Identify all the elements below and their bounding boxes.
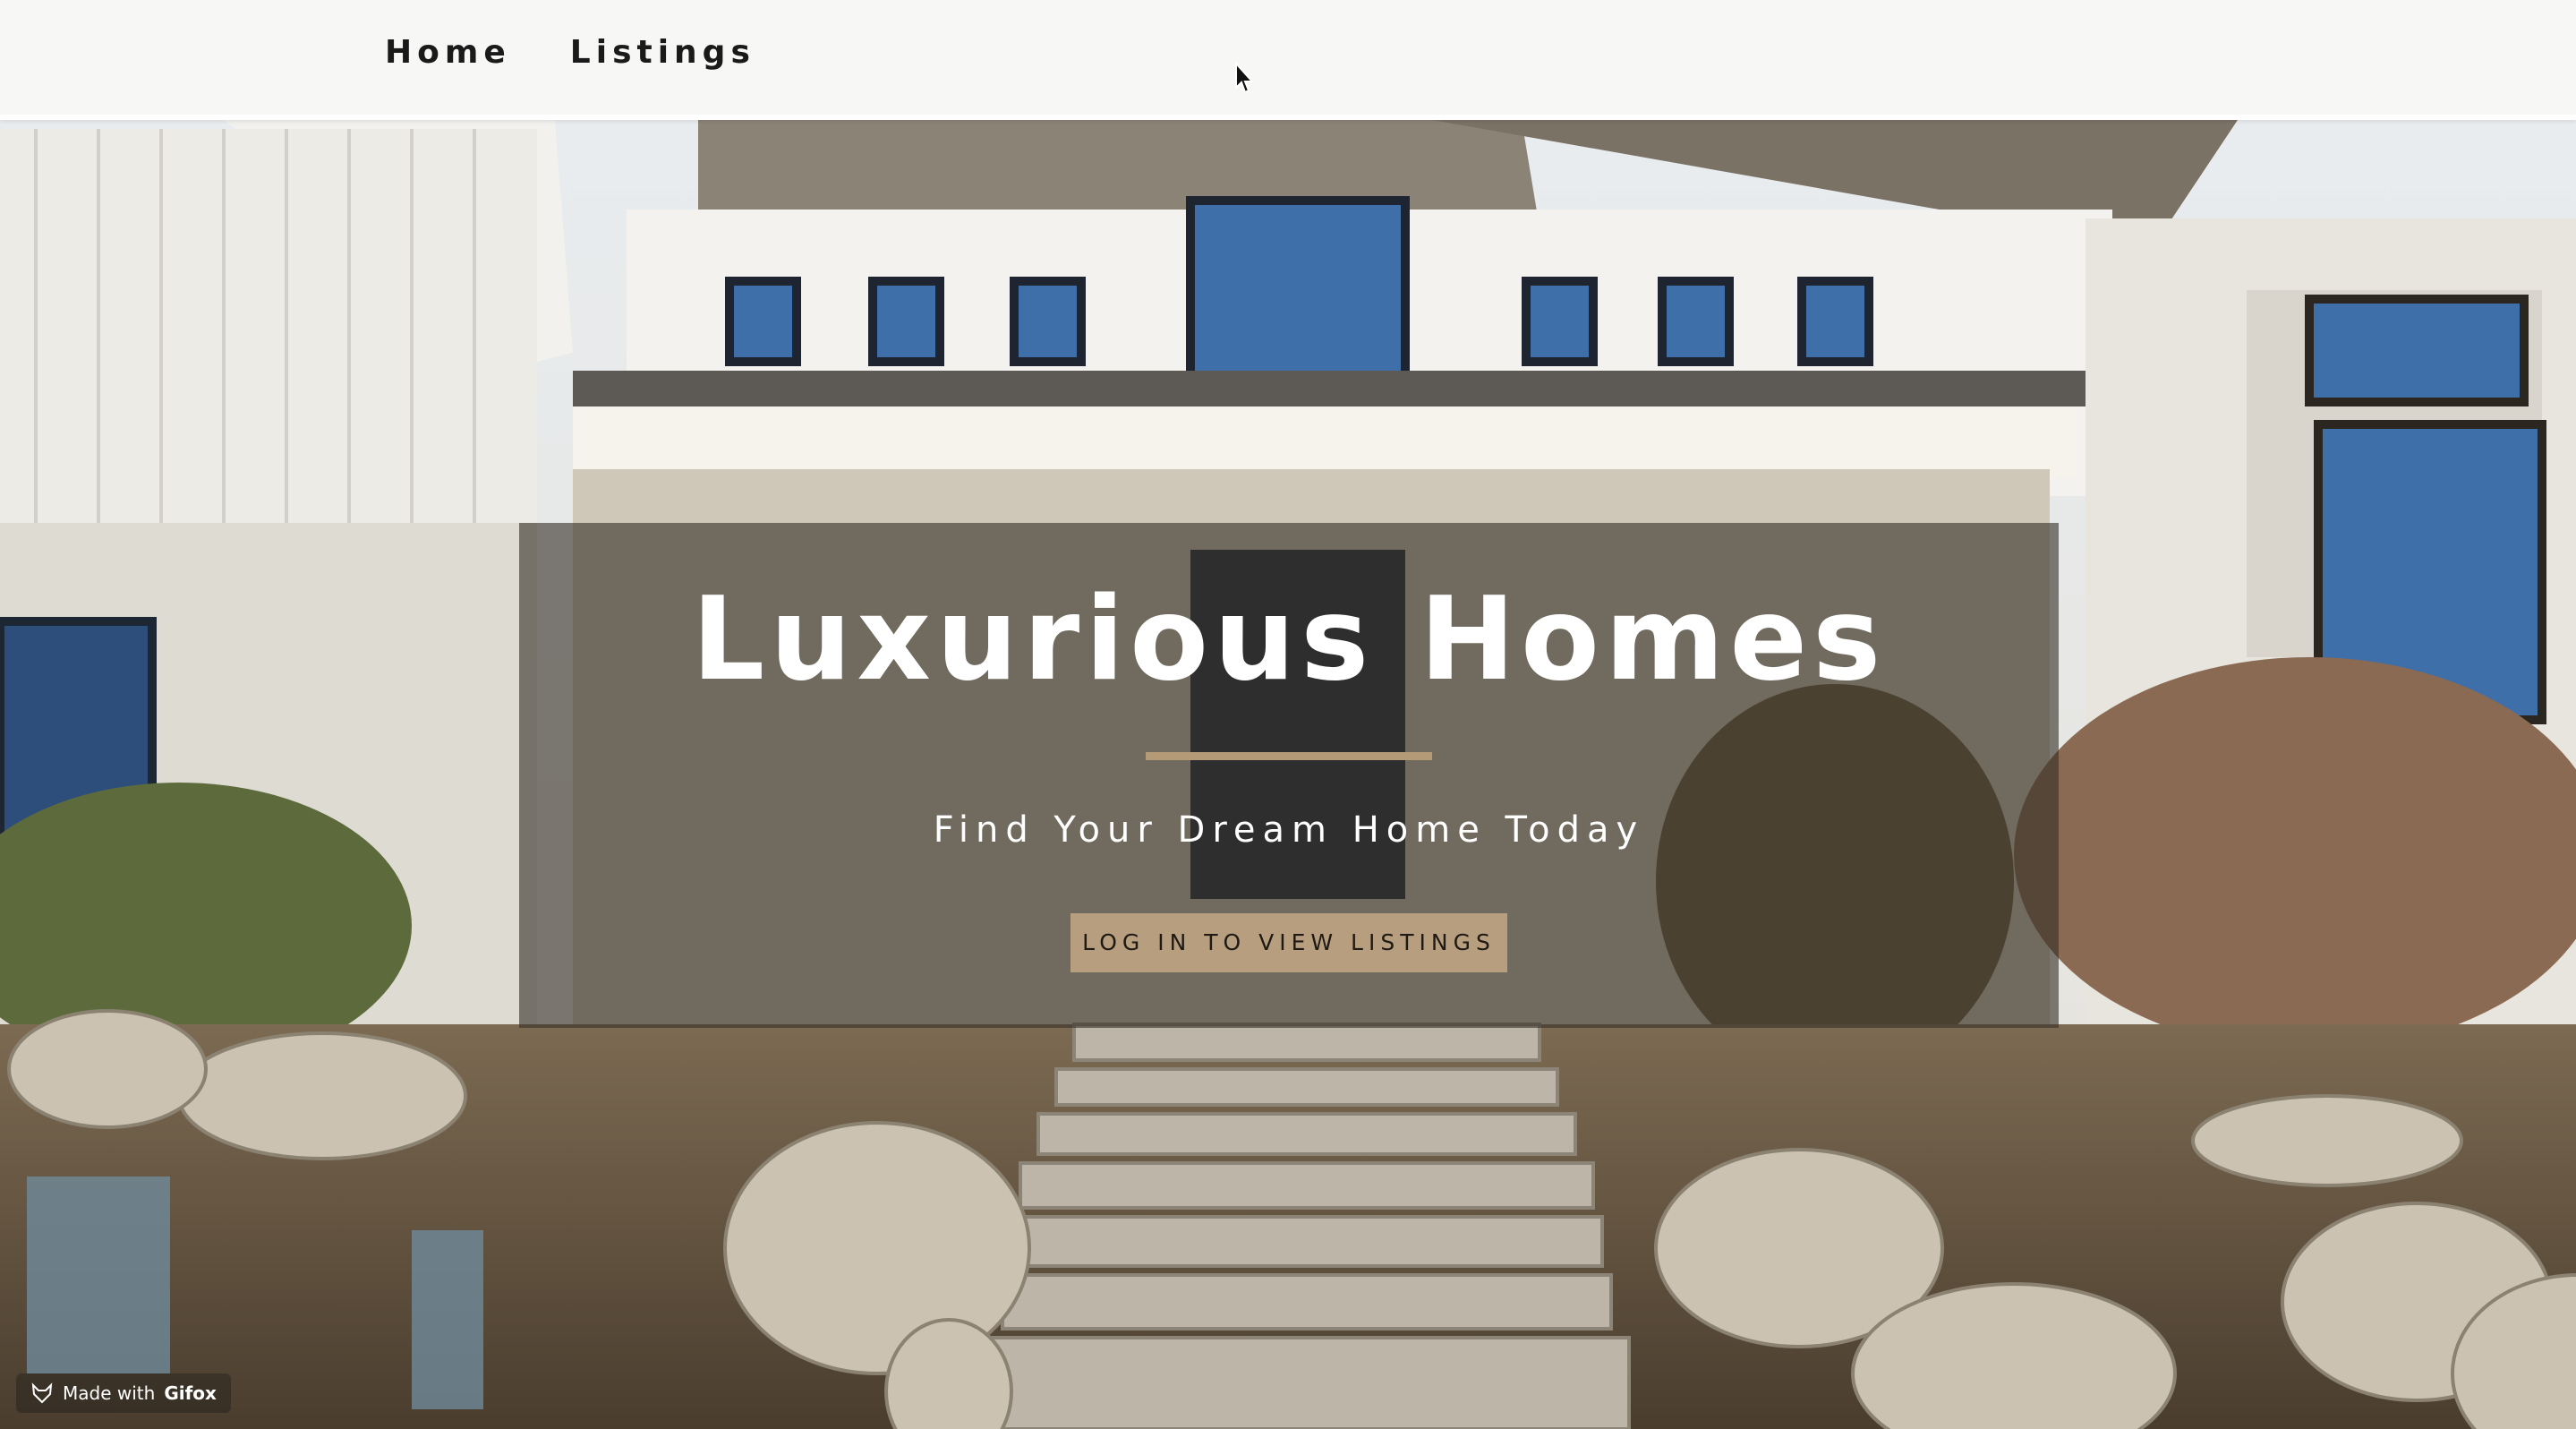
hero-subtitle: Find Your Dream Home Today: [933, 809, 1645, 851]
badge-prefix: Made with: [63, 1382, 156, 1404]
nav-link-home[interactable]: Home: [385, 34, 511, 71]
top-navbar: Home Listings: [0, 0, 2576, 120]
nav-link-listings[interactable]: Listings: [570, 34, 755, 71]
title-divider: [1146, 752, 1432, 760]
nav-links: Home Listings: [385, 34, 755, 71]
gifox-watermark: Made with Gifox: [16, 1373, 231, 1413]
gifox-fox-icon: [31, 1382, 53, 1404]
hero-section: [0, 120, 2576, 1429]
login-to-view-listings-button[interactable]: LOG IN TO VIEW LISTINGS: [1070, 913, 1507, 972]
hero-title: Luxurious Homes: [691, 573, 1887, 706]
badge-brand: Gifox: [164, 1382, 217, 1404]
mouse-cursor-icon: [1235, 63, 1255, 94]
